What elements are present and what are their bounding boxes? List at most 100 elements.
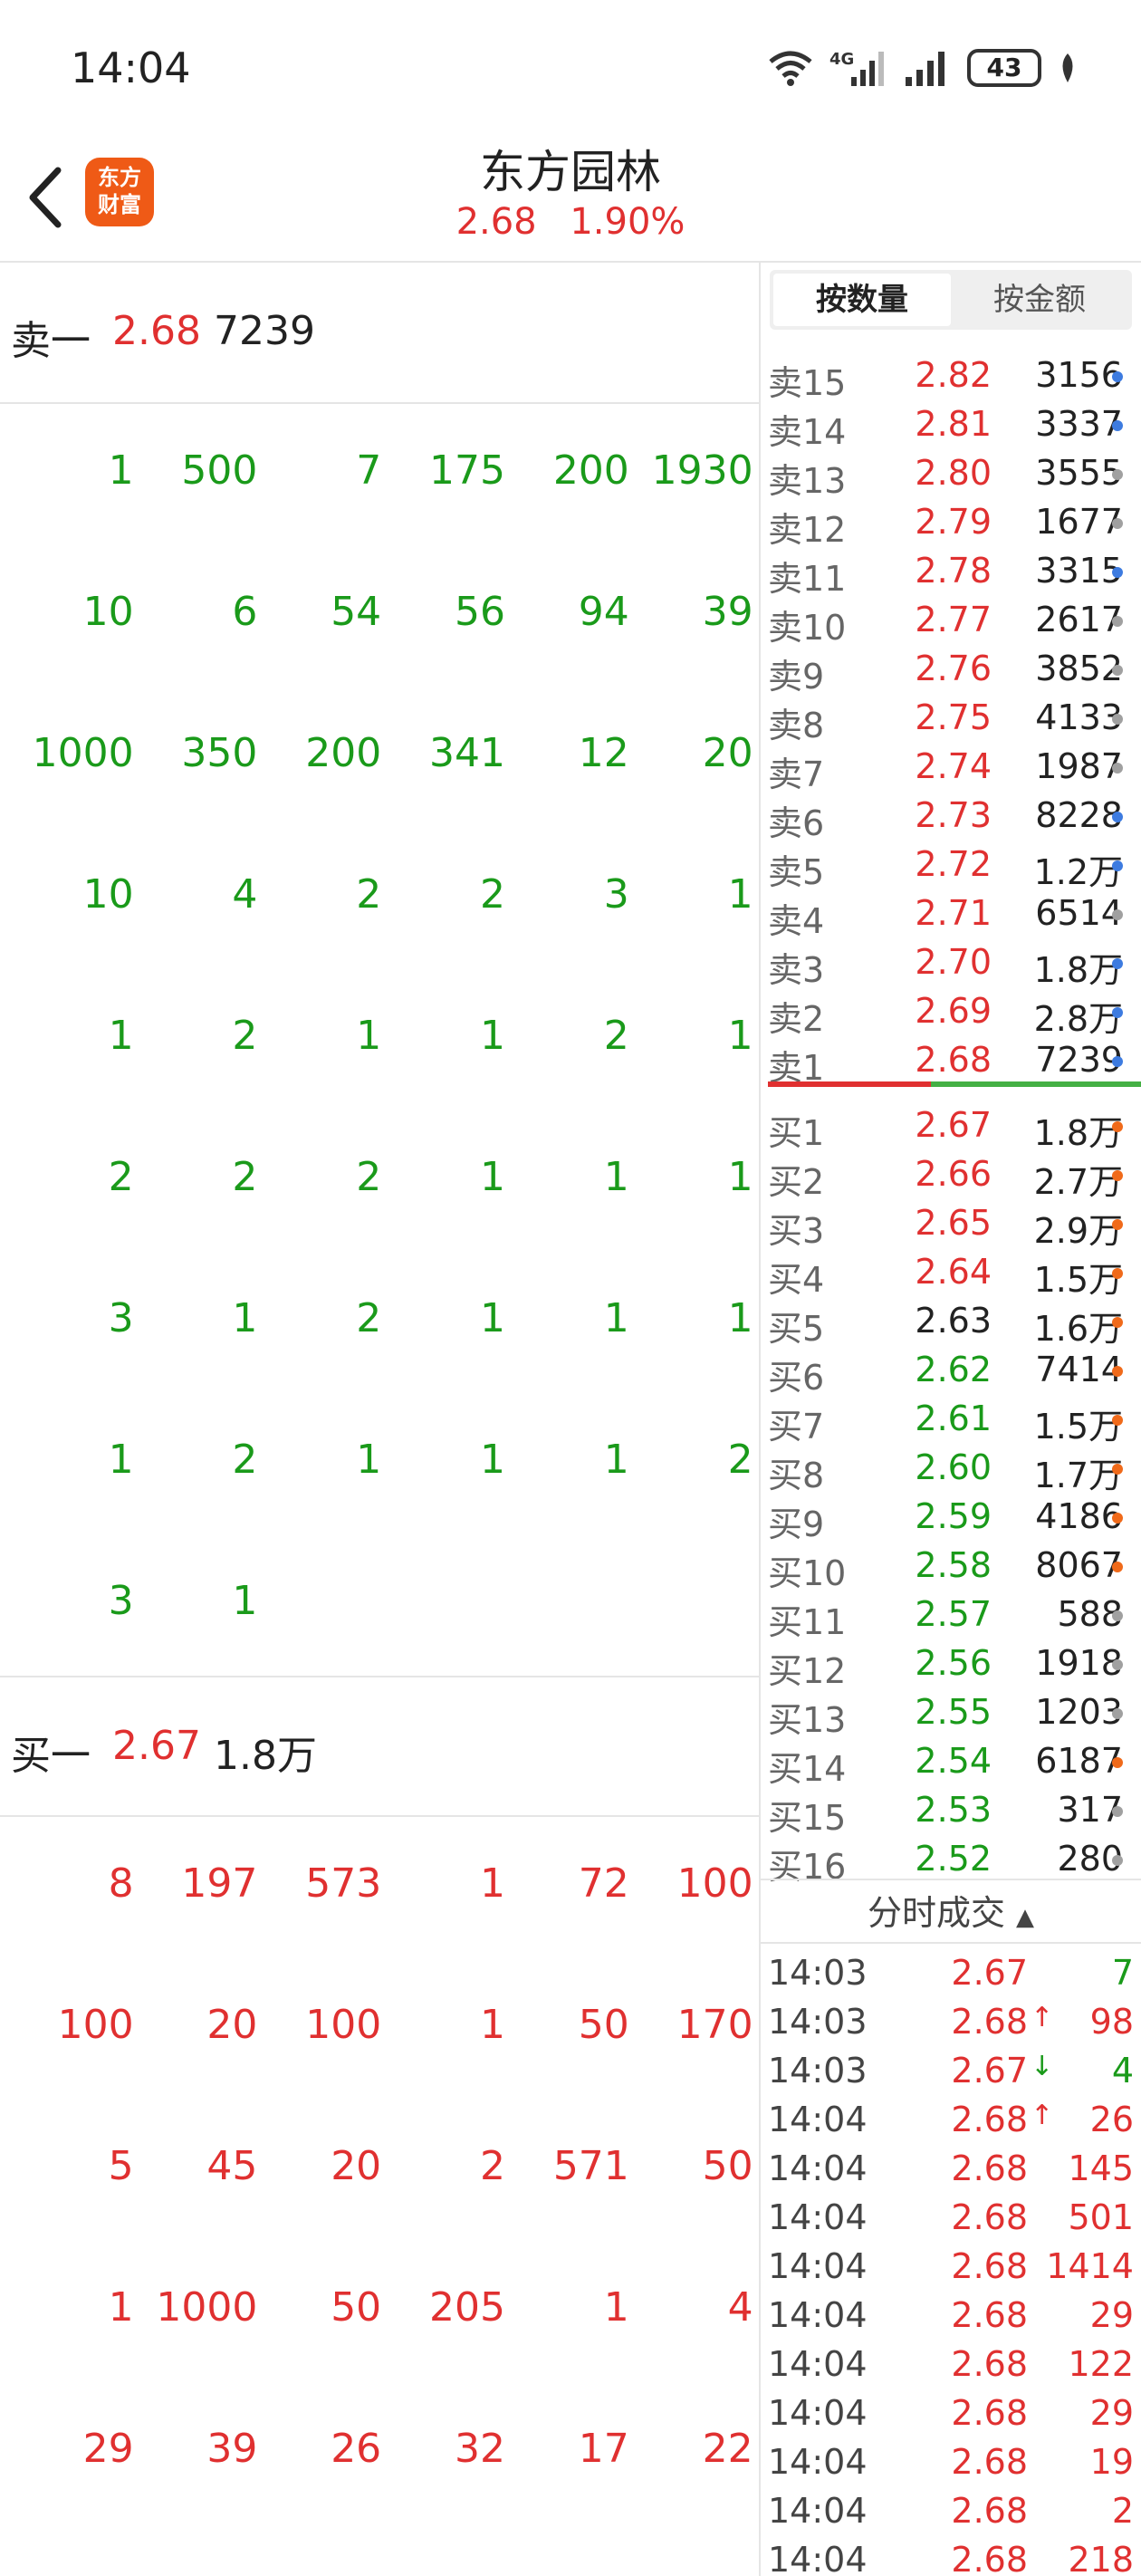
bid-row[interactable]: 买6 2.62 7414: [761, 1346, 1141, 1398]
ask-row[interactable]: 卖10 2.77 2617: [761, 596, 1141, 648]
sell-one-price: 2.68: [112, 308, 201, 354]
queue-cell: 54: [331, 589, 382, 635]
bid-row[interactable]: 买5 2.63 1.6万: [761, 1297, 1141, 1349]
ask-price: 2.82: [915, 355, 992, 395]
trade-time: 14:04: [768, 2540, 868, 2576]
bid-price: 2.65: [915, 1203, 992, 1243]
ask-price: 2.69: [915, 991, 992, 1031]
bid-volume: 1.5万: [1033, 1407, 1123, 1447]
ask-row[interactable]: 卖9 2.76 3852: [761, 645, 1141, 697]
bid-row[interactable]: 买11 2.57 588: [761, 1591, 1141, 1642]
bid-row[interactable]: 买10 2.58 8067: [761, 1542, 1141, 1593]
stock-price: 2.68: [455, 201, 537, 243]
ask-row[interactable]: 卖5 2.72 1.2万: [761, 841, 1141, 892]
stock-quote: 2.68 1.90%: [0, 201, 1141, 243]
bid-volume: 1.8万: [1033, 1113, 1123, 1153]
ask-row[interactable]: 卖15 2.82 3156: [761, 351, 1141, 403]
ask-row[interactable]: 卖11 2.78 3315: [761, 547, 1141, 599]
ask-label: 卖7: [768, 755, 825, 794]
order-dot-icon: [1112, 665, 1123, 676]
bid-row[interactable]: 买8 2.60 1.7万: [761, 1444, 1141, 1495]
ask-ratio-bar: [768, 1081, 931, 1087]
queue-cell: 100: [305, 2002, 382, 2048]
trade-volume: 122: [1068, 2344, 1134, 2384]
trade-row: 14:03 2.67 7: [761, 1949, 1141, 1998]
ask-volume: 3337: [1035, 404, 1123, 444]
tab-by-quantity[interactable]: 按数量: [773, 274, 951, 326]
trade-volume: 29: [1089, 2295, 1134, 2335]
bid-row[interactable]: 买3 2.65 2.9万: [761, 1199, 1141, 1251]
queue-cell: 20: [331, 2143, 382, 2189]
bid-row[interactable]: 买13 2.55 1203: [761, 1688, 1141, 1740]
order-dot-icon: [1112, 1806, 1123, 1817]
bid-label: 买12: [768, 1651, 847, 1691]
queue-cell: 2: [356, 871, 382, 918]
stock-header: 东方 财富 东方园林 2.68 1.90%: [0, 136, 1141, 263]
bid-volume: 7414: [1035, 1350, 1123, 1389]
bid-volume: 317: [1057, 1790, 1123, 1830]
order-dot-icon: [1112, 1610, 1123, 1621]
ask-row[interactable]: 卖3 2.70 1.8万: [761, 938, 1141, 990]
bid-row[interactable]: 买12 2.56 1918: [761, 1639, 1141, 1691]
trade-price: 2.68: [951, 2246, 1028, 2286]
queue-cell: 39: [702, 589, 753, 635]
trade-row: 14:04 2.68 145: [761, 2145, 1141, 2194]
ask-label: 卖6: [768, 803, 825, 843]
trade-time: 14:03: [768, 2051, 868, 2091]
trade-row: 14:04 2.68 218: [761, 2536, 1141, 2576]
ask-row[interactable]: 卖6 2.73 8228: [761, 792, 1141, 843]
tab-by-amount[interactable]: 按金额: [951, 274, 1128, 326]
queue-cell: 573: [305, 1860, 382, 1907]
ask-volume: 4133: [1035, 697, 1123, 737]
bid-row[interactable]: 买7 2.61 1.5万: [761, 1395, 1141, 1447]
trade-time: 14:03: [768, 2002, 868, 2042]
wifi-icon: [769, 51, 812, 86]
queue-cell: 1: [727, 1013, 753, 1059]
bid-row[interactable]: 买15 2.53 317: [761, 1786, 1141, 1838]
buy-one-label: 买一: [11, 1733, 91, 1779]
queue-cell: 1: [480, 1154, 505, 1200]
trade-time: 14:04: [768, 2344, 868, 2384]
bid-volume: 6187: [1035, 1741, 1123, 1781]
bid-label: 买13: [768, 1700, 847, 1740]
trades-header[interactable]: 分时成交 ▲: [761, 1879, 1141, 1944]
ask-row[interactable]: 卖2 2.69 2.8万: [761, 987, 1141, 1039]
queue-cell: 350: [181, 730, 258, 776]
bid-row[interactable]: 买4 2.64 1.5万: [761, 1248, 1141, 1300]
ask-label: 卖11: [768, 559, 847, 599]
order-dot-icon: [1112, 1659, 1123, 1670]
ask-volume: 6514: [1035, 893, 1123, 933]
ask-price: 2.78: [915, 551, 992, 591]
bid-row[interactable]: 买2 2.66 2.7万: [761, 1150, 1141, 1202]
ask-row[interactable]: 卖1 2.68 7239: [761, 1036, 1141, 1088]
order-dot-icon: [1112, 1007, 1123, 1018]
buy-one-price: 2.67: [112, 1723, 201, 1769]
bid-label: 买4: [768, 1260, 825, 1300]
ask-volume: 1.2万: [1033, 852, 1123, 892]
ask-row[interactable]: 卖8 2.75 4133: [761, 694, 1141, 745]
ask-row[interactable]: 卖4 2.71 6514: [761, 889, 1141, 941]
queue-cell: 1: [480, 1860, 505, 1907]
queue-cell: 175: [429, 447, 505, 494]
trade-price: 2.68: [951, 2148, 1028, 2188]
ask-row[interactable]: 卖12 2.79 1677: [761, 498, 1141, 550]
ask-volume: 2617: [1035, 600, 1123, 639]
ask-row[interactable]: 卖13 2.80 3555: [761, 449, 1141, 501]
bid-volume: 280: [1057, 1839, 1123, 1879]
bid-row[interactable]: 买1 2.67 1.8万: [761, 1101, 1141, 1153]
bid-row[interactable]: 买9 2.59 4186: [761, 1493, 1141, 1544]
queue-cell: 3: [108, 1578, 134, 1624]
bid-row[interactable]: 买16 2.52 280: [761, 1835, 1141, 1887]
bid-row[interactable]: 买14 2.54 6187: [761, 1737, 1141, 1789]
queue-cell: 1: [232, 1578, 258, 1624]
ask-row[interactable]: 卖14 2.81 3337: [761, 400, 1141, 452]
ask-row[interactable]: 卖7 2.74 1987: [761, 743, 1141, 794]
ask-label: 卖13: [768, 461, 847, 501]
queue-cell: 1: [108, 1437, 134, 1483]
trade-row: 14:04 2.68 29: [761, 2292, 1141, 2341]
queue-cell: 1: [232, 1295, 258, 1341]
ask-volume: 1987: [1035, 746, 1123, 786]
ask-price: 2.77: [915, 600, 992, 639]
ask-label: 卖10: [768, 608, 847, 648]
ask-price: 2.70: [915, 942, 992, 982]
